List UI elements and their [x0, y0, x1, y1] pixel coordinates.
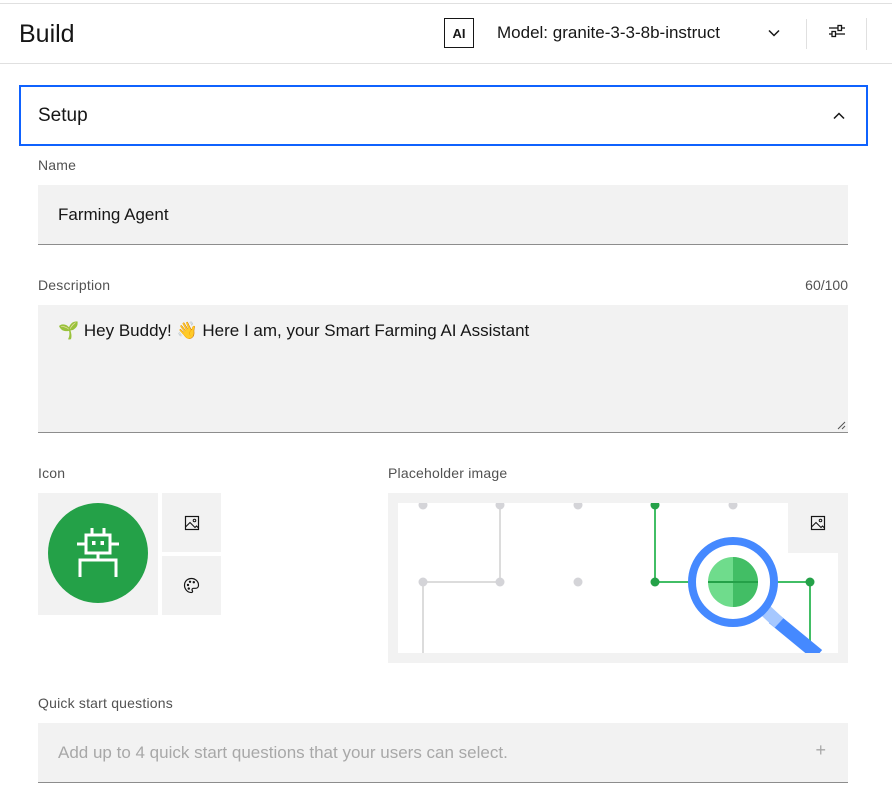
model-dropdown[interactable]: Model: granite-3-3-8b-instruct — [487, 10, 792, 56]
name-label: Name — [38, 157, 77, 173]
icon-label: Icon — [38, 465, 66, 481]
quick-start-label: Quick start questions — [38, 695, 173, 711]
description-label: Description — [38, 277, 111, 293]
agent-icon-preview — [38, 493, 158, 615]
setup-title: Setup — [38, 104, 88, 126]
upload-placeholder-button[interactable] — [788, 493, 848, 553]
quick-start-input[interactable]: Add up to 4 quick start questions that y… — [38, 723, 848, 783]
upload-icon-button[interactable] — [162, 493, 221, 552]
page-title: Build — [19, 20, 75, 48]
header-divider — [806, 19, 807, 49]
chevron-up-icon — [833, 112, 845, 120]
description-value: 🌱 Hey Buddy! 👋 Here I am, your Smart Far… — [58, 321, 530, 340]
placeholder-illustration — [398, 503, 838, 653]
model-label: Model: granite-3-3-8b-instruct — [497, 23, 720, 42]
network-search-illustration — [418, 503, 823, 653]
name-input[interactable]: Farming Agent — [38, 185, 848, 245]
palette-icon — [183, 577, 200, 594]
resize-handle-icon[interactable] — [837, 421, 846, 430]
description-textarea[interactable]: 🌱 Hey Buddy! 👋 Here I am, your Smart Far… — [38, 305, 848, 433]
robot-icon — [77, 528, 119, 577]
placeholder-image-label: Placeholder image — [388, 465, 508, 481]
chevron-down-icon — [768, 29, 780, 37]
name-value: Farming Agent — [58, 205, 169, 224]
image-icon — [810, 515, 826, 531]
setup-accordion-header[interactable]: Setup — [19, 85, 868, 146]
image-icon — [184, 515, 199, 530]
icon-color-button[interactable] — [162, 556, 221, 615]
header-right-divider — [866, 18, 867, 50]
quick-start-placeholder: Add up to 4 quick start questions that y… — [58, 743, 508, 762]
header-bar: Build AI Model: granite-3-3-8b-instruct — [0, 4, 892, 64]
settings-button[interactable] — [818, 14, 856, 52]
placeholder-image-preview — [388, 493, 848, 663]
robot-avatar — [48, 503, 148, 603]
settings-sliders-icon — [829, 24, 845, 38]
plus-icon[interactable]: + — [815, 740, 826, 761]
description-counter: 60/100 — [805, 277, 848, 293]
ai-badge: AI — [444, 18, 474, 48]
